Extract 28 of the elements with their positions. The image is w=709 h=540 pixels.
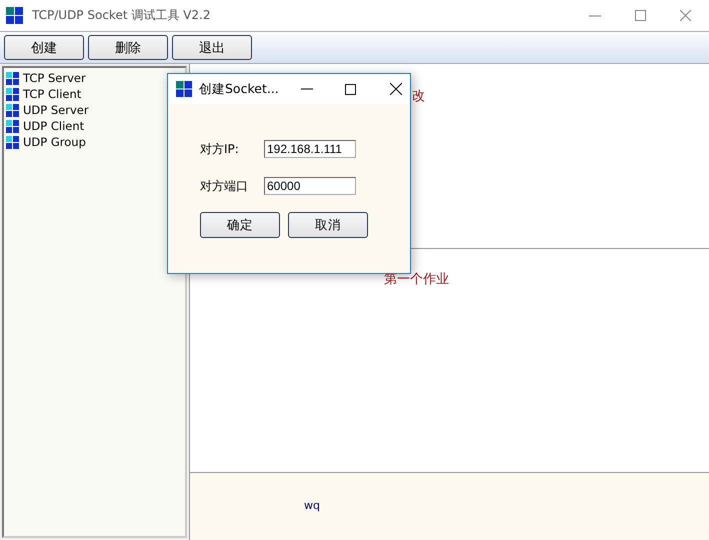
node-icon [6,136,19,148]
tree-item[interactable]: UDP Client [23,119,84,133]
toolbar-button[interactable]: 创建 [4,35,84,60]
node-icon [6,72,19,84]
tree-item[interactable]: TCP Server [23,71,86,85]
window-title: TCP/UDP Socket 调试工具 V2.2 [32,7,210,24]
dialog-button[interactable]: 取消 [288,212,368,238]
toolbar-button[interactable]: 退出 [172,35,252,60]
tree-item[interactable]: UDP Server [23,103,89,117]
input-field[interactable]: 60000 [264,177,356,195]
dialog-title: 创建Socket... [199,80,279,98]
message-text: 改 [412,88,425,105]
app-logo-icon [6,6,24,24]
close-icon[interactable] [390,83,402,95]
input-pane[interactable]: wq [190,473,709,540]
tree-item[interactable]: TCP Client [23,87,82,101]
dialog-logo-icon [176,80,193,98]
field-label: 对方端口 [200,178,249,194]
node-icon [6,120,19,132]
input-text: wq [304,499,320,512]
node-icon [6,104,19,116]
tree-item[interactable]: UDP Group [23,135,86,149]
input-field[interactable]: 192.168.1.111 [264,140,356,158]
maximize-icon[interactable] [344,84,356,94]
node-icon [6,88,19,100]
dialog-button[interactable]: 确定 [200,212,280,238]
field-label: 对方IP: [200,140,240,158]
toolbar-button[interactable]: 删除 [88,35,168,60]
